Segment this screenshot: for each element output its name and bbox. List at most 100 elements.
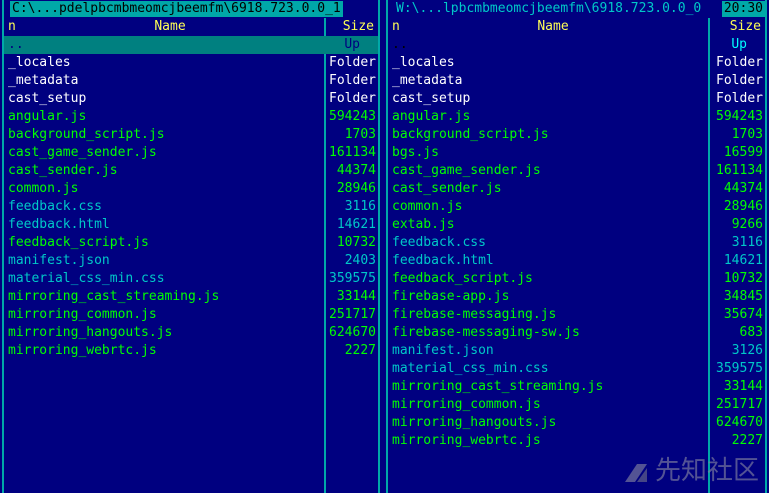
file-row[interactable]: firebase-app.js 34845	[388, 288, 765, 306]
file-name: material_css_min.css	[392, 361, 549, 376]
file-size: 2403	[344, 253, 376, 268]
file-row[interactable]: mirroring_hangouts.js 624670	[4, 324, 378, 342]
right-file-panel[interactable]: W:\...lpbcmbmeomcjbeemfm\6918.723.0.0_0 …	[386, 0, 767, 493]
file-name: manifest.json	[392, 343, 494, 358]
file-size: 1703	[731, 127, 763, 142]
file-row[interactable]: feedback.html 14621	[4, 216, 378, 234]
file-row[interactable]: angular.js 594243	[388, 108, 765, 126]
file-name: mirroring_webrtc.js	[392, 433, 541, 448]
file-size: 28946	[723, 199, 763, 214]
file-size: Folder	[329, 91, 376, 106]
watermark-text: 先知社区	[654, 456, 759, 486]
left-panel-path[interactable]: C:\...pdelpbcmbmeomcjbeemfm\6918.723.0.0…	[10, 1, 343, 17]
clock: 20:30	[721, 1, 765, 17]
file-row[interactable]: cast_game_sender.js 161134	[388, 162, 765, 180]
file-row[interactable]: cast_setup Folder	[4, 90, 378, 108]
right-header-n[interactable]: n	[392, 18, 400, 36]
file-row[interactable]: feedback_script.js 10732	[4, 234, 378, 252]
right-header-name[interactable]: Name	[402, 18, 704, 36]
file-row[interactable]: extab.js 9266	[388, 216, 765, 234]
file-row[interactable]: common.js 28946	[388, 198, 765, 216]
file-size: Folder	[329, 73, 376, 88]
file-size: 35674	[723, 307, 763, 322]
file-size: Up	[344, 37, 360, 52]
file-size: 34845	[723, 289, 763, 304]
left-panel-title-bar: C:\...pdelpbcmbmeomcjbeemfm\6918.723.0.0…	[4, 0, 378, 17]
right-panel-path[interactable]: W:\...lpbcmbmeomcjbeemfm\6918.723.0.0_0	[394, 1, 703, 17]
file-size: 594243	[716, 109, 763, 124]
file-row[interactable]: cast_sender.js 44374	[4, 162, 378, 180]
file-row[interactable]: feedback.html 14621	[388, 252, 765, 270]
file-size: 14621	[336, 217, 376, 232]
file-name: firebase-messaging-sw.js	[392, 325, 580, 340]
file-row[interactable]: .. Up	[4, 36, 378, 54]
file-size: 161134	[716, 163, 763, 178]
left-file-panel[interactable]: C:\...pdelpbcmbmeomcjbeemfm\6918.723.0.0…	[2, 0, 380, 493]
file-row[interactable]: feedback_script.js 10732	[388, 270, 765, 288]
left-header-name[interactable]: Name	[18, 18, 322, 36]
watermark: 先知社区	[623, 450, 759, 487]
file-name: firebase-messaging.js	[392, 307, 557, 322]
file-row[interactable]: mirroring_cast_streaming.js 33144	[4, 288, 378, 306]
file-name: mirroring_hangouts.js	[8, 325, 173, 340]
file-size: 3116	[731, 235, 763, 250]
file-row[interactable]: cast_setup Folder	[388, 90, 765, 108]
file-size: 624670	[329, 325, 376, 340]
file-row[interactable]: firebase-messaging-sw.js 683	[388, 324, 765, 342]
file-name: background_script.js	[392, 127, 549, 142]
file-row[interactable]: cast_sender.js 44374	[388, 180, 765, 198]
file-name: firebase-app.js	[392, 289, 510, 304]
file-row[interactable]: background_script.js 1703	[388, 126, 765, 144]
file-row[interactable]: background_script.js 1703	[4, 126, 378, 144]
file-name: common.js	[392, 199, 463, 214]
file-size: 44374	[723, 181, 763, 196]
file-name: mirroring_cast_streaming.js	[8, 289, 220, 304]
file-row[interactable]: manifest.json 3126	[388, 342, 765, 360]
file-size: Folder	[716, 55, 763, 70]
file-row[interactable]: _locales Folder	[388, 54, 765, 72]
file-name: _locales	[392, 55, 455, 70]
file-row[interactable]: .. Up	[388, 36, 765, 54]
file-row[interactable]: mirroring_cast_streaming.js 33144	[388, 378, 765, 396]
file-row[interactable]: material_css_min.css 359575	[4, 270, 378, 288]
file-size: 2227	[731, 433, 763, 448]
file-row[interactable]: manifest.json 2403	[4, 252, 378, 270]
file-name: feedback.html	[392, 253, 494, 268]
file-row[interactable]: _metadata Folder	[4, 72, 378, 90]
file-size: 33144	[336, 289, 376, 304]
file-row[interactable]: cast_game_sender.js 161134	[4, 144, 378, 162]
file-row[interactable]: mirroring_hangouts.js 624670	[388, 414, 765, 432]
right-header-size[interactable]: Size	[730, 18, 761, 36]
file-row[interactable]: feedback.css 3116	[388, 234, 765, 252]
file-row[interactable]: firebase-messaging.js 35674	[388, 306, 765, 324]
file-size: Folder	[716, 73, 763, 88]
file-row[interactable]: bgs.js 16599	[388, 144, 765, 162]
file-name: background_script.js	[8, 127, 165, 142]
file-size: 10732	[336, 235, 376, 250]
file-size: 3126	[731, 343, 763, 358]
file-name: material_css_min.css	[8, 271, 165, 286]
file-row[interactable]: material_css_min.css 359575	[388, 360, 765, 378]
file-row[interactable]: angular.js 594243	[4, 108, 378, 126]
file-name: feedback_script.js	[8, 235, 149, 250]
file-size: 2227	[344, 343, 376, 358]
file-row[interactable]: mirroring_webrtc.js 2227	[388, 432, 765, 450]
file-row[interactable]: mirroring_webrtc.js 2227	[4, 342, 378, 360]
file-row[interactable]: mirroring_common.js 251717	[388, 396, 765, 414]
file-row[interactable]: mirroring_common.js 251717	[4, 306, 378, 324]
file-name: mirroring_hangouts.js	[392, 415, 557, 430]
file-name: bgs.js	[392, 145, 439, 160]
file-row[interactable]: _locales Folder	[4, 54, 378, 72]
left-header-n[interactable]: n	[8, 18, 16, 36]
file-name: manifest.json	[8, 253, 110, 268]
file-name: cast_sender.js	[8, 163, 118, 178]
file-row[interactable]: _metadata Folder	[388, 72, 765, 90]
left-header-size[interactable]: Size	[343, 18, 374, 36]
file-row[interactable]: feedback.css 3116	[4, 198, 378, 216]
file-size: 10732	[723, 271, 763, 286]
right-panel-title-bar: W:\...lpbcmbmeomcjbeemfm\6918.723.0.0_0 …	[388, 0, 765, 17]
file-size: 251717	[329, 307, 376, 322]
file-name: cast_setup	[8, 91, 87, 106]
file-name: cast_setup	[392, 91, 471, 106]
file-row[interactable]: common.js 28946	[4, 180, 378, 198]
